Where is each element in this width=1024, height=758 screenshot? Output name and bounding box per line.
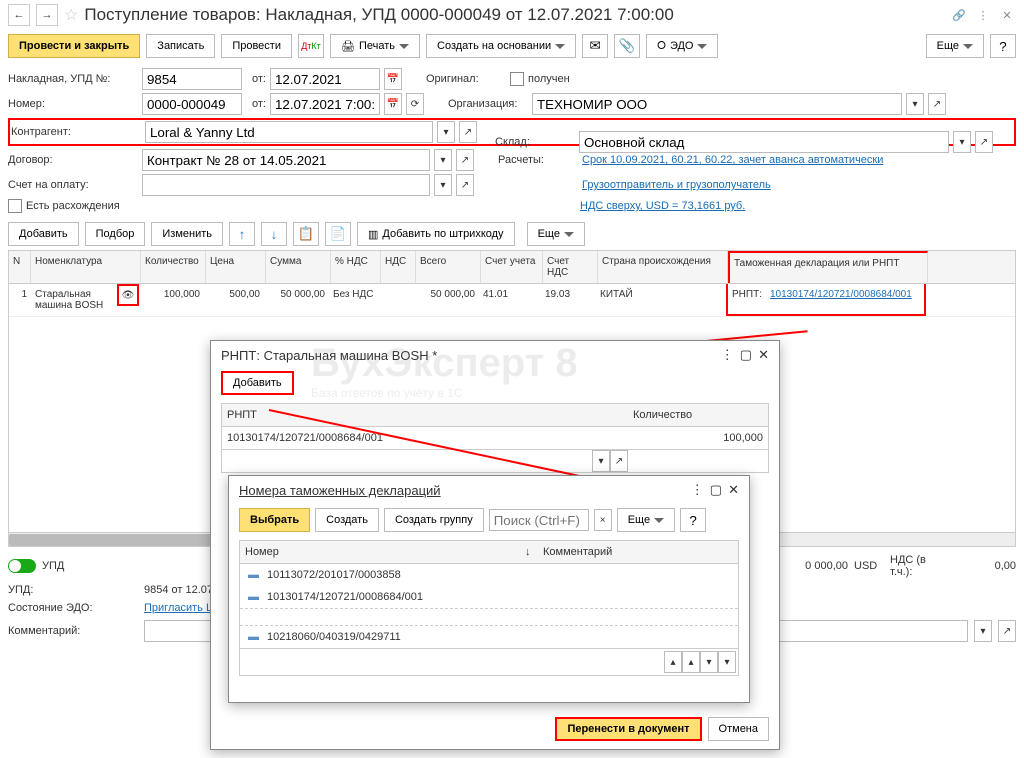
calendar2-icon[interactable]: 📅 [384,93,402,115]
paste-icon[interactable]: 📄 [325,222,351,246]
calc-link[interactable]: Срок 10.09.2021, 60.21, 60.22, зачет ава… [582,154,883,166]
date2-input[interactable] [270,93,380,115]
list-item[interactable]: ▬10130174/120721/0008684/001 [240,586,738,608]
warehouse-open-icon[interactable]: ↗ [975,131,993,153]
td-create-group-button[interactable]: Создать группу [384,508,484,532]
help-button[interactable]: ? [990,34,1016,58]
nav-down-icon[interactable]: ▾ [700,651,718,673]
td-more-icon[interactable]: ⋮ [691,482,704,498]
td-more-button[interactable]: Еще [617,508,675,532]
counterparty-open-icon[interactable]: ↗ [459,121,477,143]
window-title: Поступление товаров: Накладная, УПД 0000… [84,5,944,25]
link-icon[interactable]: 🔗 [950,9,968,22]
print-button[interactable]: 🖨 Печать [330,34,420,58]
back-button[interactable]: ← [8,4,30,26]
td-help-button[interactable]: ? [680,508,706,532]
invoice-no-input[interactable] [142,68,242,90]
comment-dropdown-icon[interactable]: ▾ [974,620,992,642]
shipper-link[interactable]: Грузоотправитель и грузополучатель [582,179,771,191]
favorite-icon[interactable]: ☆ [64,5,78,25]
number-input[interactable] [142,93,242,115]
org-input[interactable] [532,93,902,115]
grid-add-button[interactable]: Добавить [8,222,79,246]
eye-icon[interactable]: 👁 [117,284,139,306]
org-dropdown-icon[interactable]: ▾ [906,93,924,115]
table-row[interactable]: 1 Старальная машина BOSH 👁 100,000 500,0… [9,284,1015,317]
grid-more-button[interactable]: Еще [527,222,585,246]
envelope-icon[interactable]: ✉ [582,34,608,58]
warehouse-dropdown-icon[interactable]: ▾ [953,131,971,153]
save-button[interactable]: Записать [146,34,215,58]
more-button[interactable]: Еще [926,34,984,58]
dk-icon[interactable]: ДтКт [298,34,324,58]
rnpt-add-button[interactable]: Добавить [221,371,294,395]
contract-dropdown-icon[interactable]: ▾ [434,149,452,171]
rnpt-row-dropdown-icon[interactable]: ▾ [592,450,610,472]
create-based-button[interactable]: Создать на основании [426,34,576,58]
rnpt-row-open-icon[interactable]: ↗ [610,450,628,472]
list-item[interactable]: ▬10113072/201017/0003858 [240,564,738,586]
td-modal: Номера таможенных деклараций ⋮ ▢ ✕ Выбра… [228,475,750,703]
nav-first-icon[interactable]: ▴ [664,651,682,673]
td-search-clear-icon[interactable]: × [594,509,612,531]
discrepancy-checkbox[interactable] [8,199,22,213]
post-button[interactable]: Провести [221,34,292,58]
rnpt-close-icon[interactable]: ✕ [758,347,769,363]
barcode-button[interactable]: ▥ Добавить по штрихкоду [357,222,515,246]
td-close-icon[interactable]: ✕ [728,482,739,498]
transfer-button[interactable]: Перенести в документ [555,717,701,741]
td-search-input[interactable] [489,509,589,531]
date1-input[interactable] [270,68,380,90]
more-icon[interactable]: ⋮ [974,9,992,22]
rnpt-value-cell[interactable]: 10130174/120721/0008684/001 [222,427,628,449]
rnpt-max-icon[interactable]: ▢ [740,347,752,363]
customs-header: Таможенная декларация или РНПТ [728,251,928,283]
counterparty-dropdown-icon[interactable]: ▾ [437,121,455,143]
td-modal-title: Номера таможенных деклараций [239,483,441,498]
close-icon[interactable]: ✕ [998,9,1016,22]
calendar-icon[interactable]: 📅 [384,68,402,90]
rnpt-modal-title: РНПТ: Старальная машина BOSH * [221,348,437,363]
post-close-button[interactable]: Провести и закрыть [8,34,140,58]
nav-up-icon[interactable]: ▴ [682,651,700,673]
comment-open-icon[interactable]: ↗ [998,620,1016,642]
account-open-icon[interactable]: ↗ [456,174,474,196]
edo-button[interactable]: ⭘ ЭДО [646,34,718,58]
td-create-button[interactable]: Создать [315,508,379,532]
account-dropdown-icon[interactable]: ▾ [434,174,452,196]
rnpt-cancel-button[interactable]: Отмена [708,717,769,741]
up-arrow-icon[interactable]: ↑ [229,222,255,246]
contract-input[interactable] [142,149,430,171]
copy-icon[interactable]: 📋 [293,222,319,246]
td-select-button[interactable]: Выбрать [239,508,310,532]
forward-button[interactable]: → [36,4,58,26]
invoice-label: Накладная, УПД №: [8,73,138,85]
td-max-icon[interactable]: ▢ [710,482,722,498]
counterparty-input[interactable] [145,121,433,143]
upd-toggle[interactable] [8,559,36,573]
warehouse-input[interactable] [579,131,949,153]
nav-last-icon[interactable]: ▾ [718,651,736,673]
grid-edit-button[interactable]: Изменить [151,222,223,246]
attach-icon[interactable]: 📎 [614,34,640,58]
contract-open-icon[interactable]: ↗ [456,149,474,171]
list-item[interactable]: ▬10218060/040319/0429711 [240,626,738,648]
org-open-icon[interactable]: ↗ [928,93,946,115]
vat-link[interactable]: НДС сверху, USD = 73,1661 руб. [580,200,745,212]
account-input[interactable] [142,174,430,196]
clock-icon[interactable]: ⟳ [406,93,424,115]
down-arrow-icon[interactable]: ↓ [261,222,287,246]
grid-select-button[interactable]: Подбор [85,222,146,246]
rnpt-more-icon[interactable]: ⋮ [721,347,734,363]
received-checkbox[interactable] [510,72,524,86]
rnpt-link[interactable]: 10130174/120721/0008684/001 [770,289,912,309]
